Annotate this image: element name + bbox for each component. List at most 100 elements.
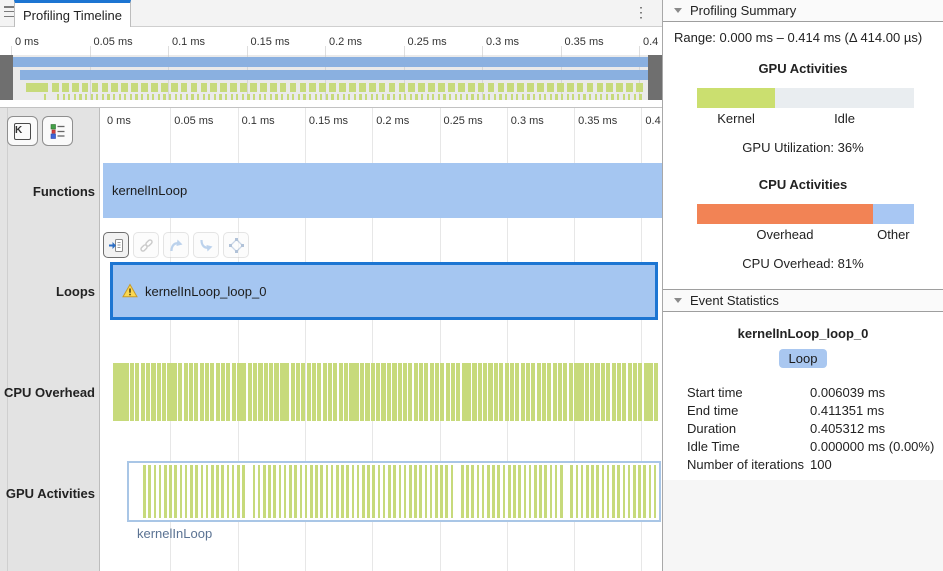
minimap-cpu-dash (260, 83, 267, 92)
navigate-up-button[interactable] (163, 232, 189, 258)
gpu-utilization-caption: GPU Utilization: 36% (663, 140, 943, 155)
gpu-iteration-bar (425, 465, 428, 518)
minimap-gpu-tick (124, 94, 126, 100)
gpu-iteration-bar (180, 465, 183, 518)
event-statistics-header[interactable]: Event Statistics (663, 289, 943, 312)
iteration-bar (483, 363, 487, 421)
ruler-tick-label: 0.25 ms (408, 36, 447, 48)
panel-menu-icon[interactable] (4, 6, 14, 17)
navigate-down-button[interactable] (193, 232, 219, 258)
minimap-cpu-dash (309, 83, 316, 92)
cpu-overhead-bar-labels: OverheadOther (697, 227, 914, 242)
loop-type-badge: Loop (779, 349, 828, 368)
gpu-iteration-bar (518, 465, 521, 518)
track-label-loops: Loops (0, 284, 95, 300)
minimap-gpu-tick (494, 94, 496, 100)
iteration-bar (435, 363, 439, 421)
minimap-gpu-tick (488, 94, 490, 100)
navigate-down-icon (198, 237, 215, 254)
minimap-cpu-dash (468, 83, 475, 92)
minimap-gpu-tick (471, 94, 473, 100)
minimap-gpu-tick (595, 94, 597, 100)
gpu-iteration-bar (336, 465, 339, 518)
minimap-left-handle[interactable] (0, 55, 13, 100)
overview-minimap[interactable] (0, 55, 662, 100)
minimap-cpu-dash (171, 83, 178, 92)
minimap-gpu-tick (264, 94, 266, 100)
jump-to-source-icon (108, 237, 125, 254)
iteration-bar (157, 363, 161, 421)
minimap-cpu-dash (507, 83, 514, 92)
flow-graph-button[interactable] (223, 232, 249, 258)
ruler-tick-label: 0.05 ms (174, 115, 213, 127)
gpu-iteration-bar (372, 465, 375, 518)
ruler-tick-label: 0.15 ms (309, 115, 348, 127)
minimap-cpu-dash (369, 83, 376, 92)
gpu-iteration-bar (326, 465, 329, 518)
collapse-icon (674, 298, 682, 303)
iteration-bar (585, 363, 589, 421)
iteration-bar (242, 363, 246, 421)
gpu-iteration-bar (570, 465, 573, 518)
ruler-tick-label: 0.4 ms (645, 115, 662, 127)
gpu-iteration-bar (331, 465, 334, 518)
gpu-iteration-bar (430, 465, 433, 518)
minimap-cpu-dash (359, 83, 366, 92)
ruler-tick-label: 0.05 ms (94, 36, 133, 48)
legend-button[interactable] (42, 116, 73, 146)
tab-profiling-timeline[interactable]: Profiling Timeline (14, 0, 131, 27)
minimap-gpu-tick (141, 94, 143, 100)
iteration-bar (440, 363, 444, 421)
minimap-cpu-dash (210, 83, 217, 92)
ruler-tick-line (90, 46, 91, 55)
iteration-bar (371, 363, 375, 421)
minimap-gpu-tick (623, 94, 625, 100)
ruler-tick-line (639, 46, 640, 55)
minimap-gpu-tick (522, 94, 524, 100)
iteration-bar (365, 363, 369, 421)
minimap-gpu-tick (309, 94, 311, 100)
ruler-tick-label: 0.3 ms (486, 36, 519, 48)
minimap-cpu-dash (557, 83, 564, 92)
jump-to-source-button[interactable] (103, 232, 129, 258)
iteration-bar (253, 363, 257, 421)
minimap-gpu-tick (421, 94, 423, 100)
iteration-bar (510, 363, 514, 421)
tab-bar: Profiling Timeline ⋮ (0, 0, 662, 27)
summary-bar-segment-overhead (697, 204, 873, 224)
profiling-summary-body: Range: 0.000 ms – 0.414 ms (Δ 414.00 µs)… (663, 22, 943, 289)
minimap-gpu-tick (354, 94, 356, 100)
iteration-bar (221, 363, 225, 421)
gpu-iteration-bar (388, 465, 391, 518)
gpu-iteration-bar (352, 465, 355, 518)
cpu-overhead-iteration-bars[interactable] (113, 363, 660, 421)
gpu-iteration-bar (164, 465, 167, 518)
minimap-right-handle[interactable] (648, 55, 662, 100)
loop-event-bar-selected[interactable]: kernelInLoop_loop_0 (110, 262, 658, 320)
gpu-iteration-bar (534, 465, 537, 518)
gpu-iteration-bar (378, 465, 381, 518)
iteration-bar (515, 363, 519, 421)
link-button[interactable] (133, 232, 159, 258)
more-options-icon[interactable]: ⋮ (633, 4, 649, 21)
gpu-iteration-bar (346, 465, 349, 518)
gpu-iteration-bar (623, 465, 626, 518)
gpu-activity-event-bar[interactable] (127, 461, 661, 522)
minimap-cpu-dash (121, 83, 128, 92)
gpu-iteration-bar (154, 465, 157, 518)
gpu-iteration-bar (607, 465, 610, 518)
minimap-gpu-tick (337, 94, 339, 100)
minimap-gpu-tick (387, 94, 389, 100)
minimap-cpu-dash (111, 83, 118, 92)
iteration-bar (135, 363, 139, 421)
function-event-bar[interactable]: kernelInLoop (103, 163, 662, 218)
iteration-bar (601, 363, 605, 421)
minimap-gpu-tick (292, 94, 294, 100)
gpu-iteration-bar (289, 465, 292, 518)
minimap-cpu-dash (597, 83, 604, 92)
kernel-marker-button[interactable]: K (7, 116, 38, 146)
profiling-summary-header[interactable]: Profiling Summary (663, 0, 943, 22)
minimap-gpu-tick (163, 94, 165, 100)
summary-bar-segment-idle (775, 88, 914, 108)
stat-value: 0.411351 ms (810, 402, 884, 420)
